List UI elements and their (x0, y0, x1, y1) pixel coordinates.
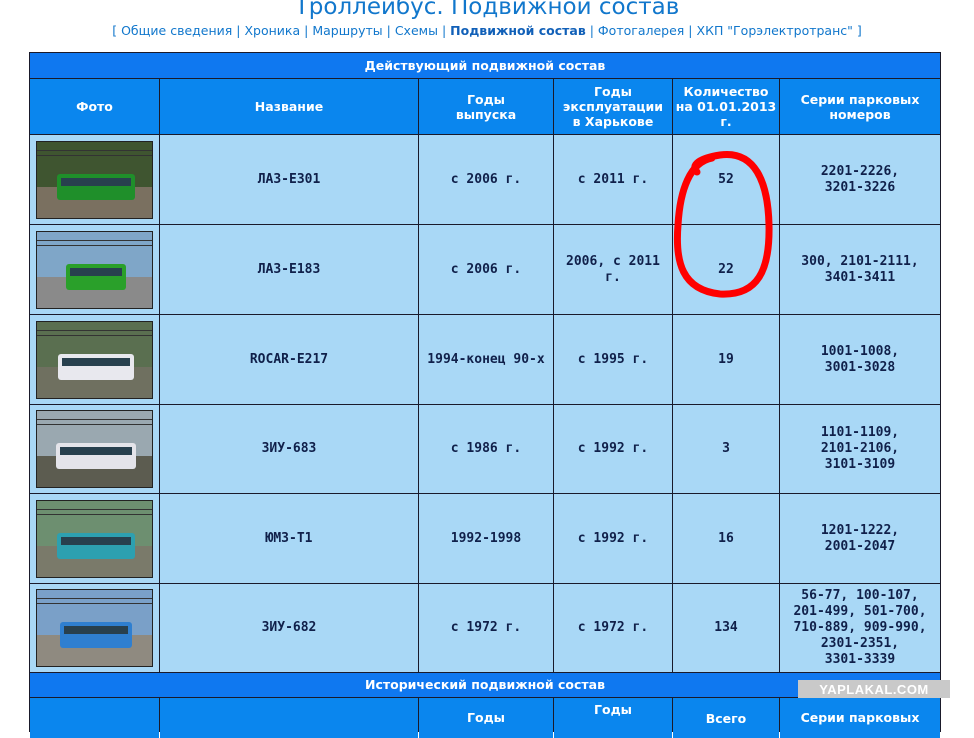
trolleybus-photo[interactable] (36, 500, 153, 578)
series-line: 2101-2106, (820, 441, 900, 456)
row-years: 1994-конец 90-х (419, 315, 553, 404)
row-name: ЛАЗ-Е301 (160, 135, 418, 224)
row-photo-cell (30, 494, 159, 583)
trolleybus-photo[interactable] (36, 321, 153, 399)
trolleybus-photo[interactable] (36, 589, 153, 667)
nav-separator: | (386, 23, 391, 38)
row-photo-cell (30, 405, 159, 493)
historic-header-photo (30, 698, 159, 738)
nav-separator: | (441, 23, 447, 38)
series-line: 56-77, 100-107, (801, 588, 919, 603)
nav-link-hkp[interactable]: ХКП "Горэлектротранс" (697, 23, 853, 38)
section-nav: [ Общие сведения | Хроника | Маршруты | … (0, 23, 974, 38)
series-line: 1101-1109, (820, 425, 900, 440)
row-exploit: с 1992 г. (554, 405, 672, 493)
series-line: 3401-3411 (824, 269, 896, 285)
nav-bracket-open: [ (112, 23, 118, 38)
nav-link-schemes[interactable]: Схемы (395, 23, 438, 38)
header-name: Название (160, 79, 418, 134)
row-name: ЮМЗ-Т1 (160, 494, 418, 583)
row-count: 22 (673, 225, 779, 314)
row-count: 16 (673, 494, 779, 583)
series-line: 3301-3339 (824, 652, 896, 667)
row-count: 3 (673, 405, 779, 493)
row-name: ЗИУ-683 (160, 405, 418, 493)
row-photo-cell (30, 225, 159, 314)
nav-link-general[interactable]: Общие сведения (121, 23, 232, 38)
historic-header-total: Всего (673, 698, 779, 738)
nav-separator: | (304, 23, 309, 38)
historic-header-exploit: Годы (554, 698, 672, 738)
row-count: 19 (673, 315, 779, 404)
series-line: 2301-2351, (820, 636, 900, 651)
historic-header-name (160, 698, 418, 738)
historic-header-series: Серии парковых (780, 698, 940, 738)
series-line: 3101-3109 (824, 457, 896, 472)
series-line: 300, 2101-2111, (801, 253, 919, 269)
watermark: YAPLAKAL.COM (798, 680, 950, 698)
series-line: 2001-2047 (824, 538, 896, 554)
row-years: с 1986 г. (419, 405, 553, 493)
series-line: 1001-1008, (820, 343, 900, 359)
header-photo: Фото (30, 79, 159, 134)
nav-separator: | (688, 23, 693, 38)
historic-header-years: Годы (419, 698, 553, 738)
row-name: ROCAR-E217 (160, 315, 418, 404)
nav-bracket-close: ] (856, 23, 862, 38)
rolling-stock-table: Действующий подвижной состав Фото Назван… (29, 52, 941, 738)
nav-link-rolling-stock: Подвижной состав (450, 23, 586, 38)
row-series: 300, 2101-2111, 3401-3411 (780, 225, 940, 314)
nav-link-chronicle[interactable]: Хроника (244, 23, 300, 38)
row-count: 52 (673, 135, 779, 224)
header-exploit: Годы эксплуатации в Харькове (554, 79, 672, 134)
header-count: Количество на 01.01.2013 г. (673, 79, 779, 134)
row-series: 1201-1222, 2001-2047 (780, 494, 940, 583)
series-line: 201-499, 501-700, (793, 604, 927, 619)
series-line: 3201-3226 (824, 179, 896, 195)
nav-separator: | (589, 23, 594, 38)
row-name: ЗИУ-682 (160, 584, 418, 672)
series-line: 1201-1222, (820, 522, 900, 538)
row-photo-cell (30, 584, 159, 672)
page-title: Троллейбус. Подвижной состав (294, 0, 680, 20)
header-series: Серии парковых номеров (780, 79, 940, 134)
row-exploit: с 1995 г. (554, 315, 672, 404)
nav-separator: | (236, 23, 241, 38)
trolleybus-photo[interactable] (36, 410, 153, 488)
series-line: 3001-3028 (824, 359, 896, 375)
trolleybus-photo[interactable] (36, 141, 153, 219)
row-series: 1001-1008, 3001-3028 (780, 315, 940, 404)
nav-link-routes[interactable]: Маршруты (312, 23, 382, 38)
row-years: 1992-1998 (419, 494, 553, 583)
row-series: 1101-1109, 2101-2106, 3101-3109 (780, 405, 940, 493)
row-name: ЛАЗ-Е183 (160, 225, 418, 314)
row-series: 56-77, 100-107, 201-499, 501-700, 710-889,… (780, 584, 940, 672)
row-photo-cell (30, 135, 159, 224)
series-line: 710-889, 909-990, (793, 620, 927, 635)
series-line: 2201-2226, (820, 163, 900, 179)
header-years: Годы выпуска (419, 79, 553, 134)
row-photo-cell (30, 315, 159, 404)
row-series: 2201-2226, 3201-3226 (780, 135, 940, 224)
row-exploit: с 1972 г. (554, 584, 672, 672)
row-years: с 1972 г. (419, 584, 553, 672)
row-count: 134 (673, 584, 779, 672)
active-band: Действующий подвижной состав (30, 53, 940, 78)
row-years: с 2006 г. (419, 225, 553, 314)
row-years: с 2006 г. (419, 135, 553, 224)
row-exploit: 2006, с 2011 г. (554, 225, 672, 314)
row-exploit: с 2011 г. (554, 135, 672, 224)
row-exploit: с 1992 г. (554, 494, 672, 583)
trolleybus-photo[interactable] (36, 231, 153, 309)
nav-link-gallery[interactable]: Фотогалерея (598, 23, 684, 38)
